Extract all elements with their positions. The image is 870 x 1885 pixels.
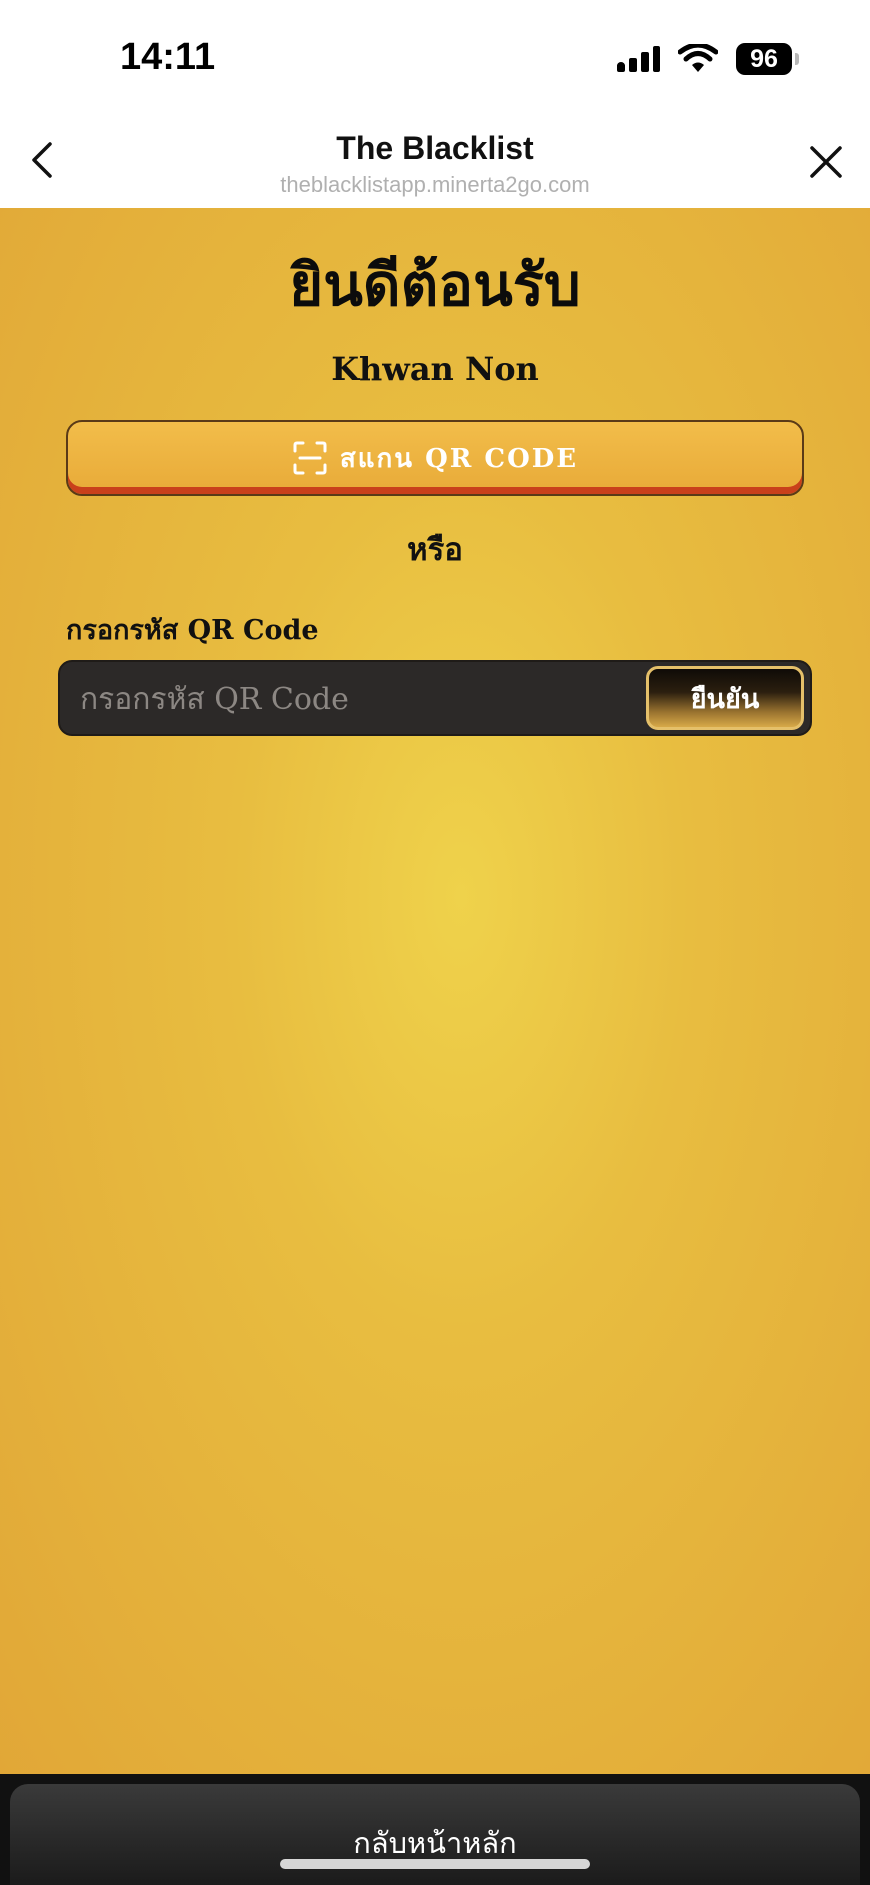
page-url: theblacklistapp.minerta2go.com (280, 172, 590, 197)
welcome-heading: ยินดีต้อนรับ (289, 251, 581, 319)
qr-code-input-group: ยืนยัน (58, 660, 812, 736)
signal-icon (617, 46, 660, 72)
qr-code-field-label: กรอกรหัส QR Code (66, 615, 319, 646)
home-indicator (280, 1859, 590, 1869)
wifi-icon (678, 44, 718, 72)
status-bar: 14:11 96 (0, 0, 870, 110)
qr-scan-icon (293, 441, 327, 475)
close-icon[interactable] (804, 140, 848, 184)
battery-level: 96 (750, 44, 778, 73)
battery-icon: 96 (736, 43, 799, 75)
browser-nav-bar: The Blacklist theblacklistapp.minerta2go… (0, 110, 870, 208)
or-divider-text: หรือ (407, 532, 463, 568)
page-title: The Blacklist (336, 130, 534, 166)
confirm-button[interactable]: ยืนยัน (646, 666, 804, 730)
qr-code-input[interactable] (78, 662, 682, 736)
scan-qr-button[interactable]: สแกน QR CODE (66, 420, 804, 496)
user-name: Khwan Non (331, 350, 539, 388)
status-icons: 96 (616, 42, 799, 76)
back-to-home-button[interactable]: กลับหน้าหลัก (10, 1784, 860, 1885)
main-content: ยินดีต้อนรับ Khwan Non สแกน QR CODE หรือ… (0, 208, 870, 1774)
scan-qr-label: สแกน QR CODE (339, 443, 579, 474)
status-time: 14:11 (120, 36, 216, 78)
